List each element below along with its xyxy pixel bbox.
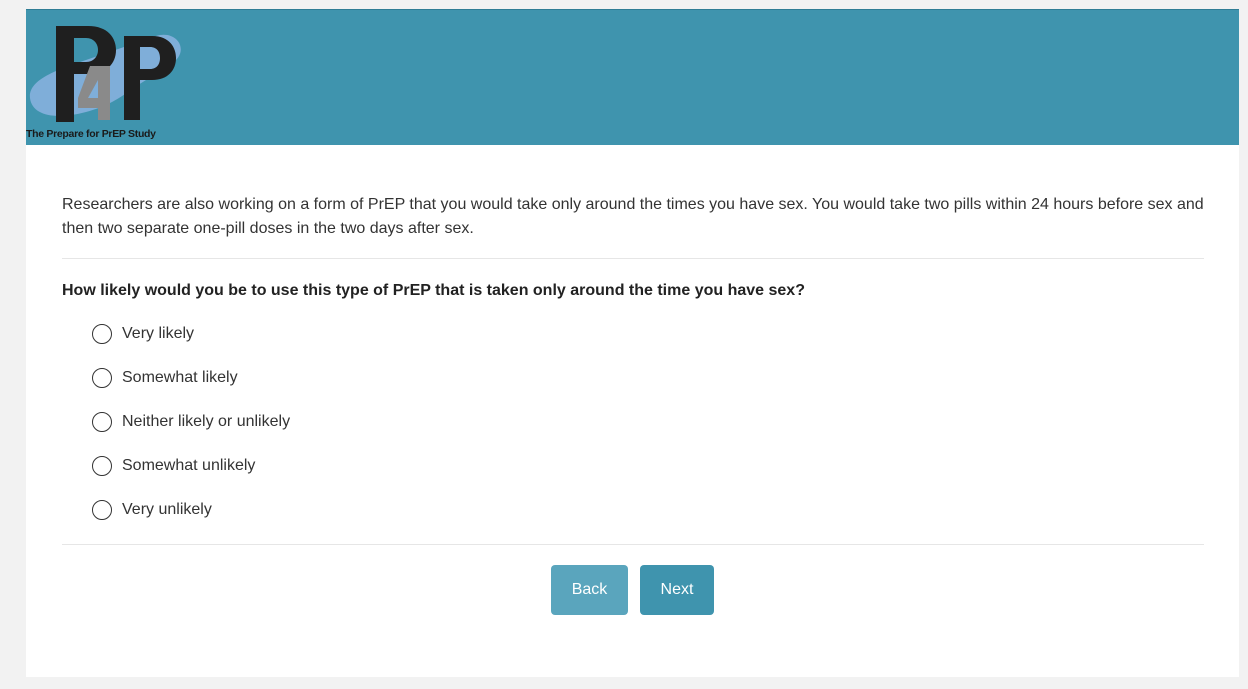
question-text: How likely would you be to use this type…	[62, 282, 805, 299]
option-somewhat-unlikely[interactable]: Somewhat unlikely	[92, 444, 1204, 488]
survey-card: The Prepare for PrEP Study Researchers a…	[26, 9, 1239, 677]
option-very-likely[interactable]: Very likely	[92, 312, 1204, 356]
radio-button[interactable]	[92, 324, 112, 344]
option-label: Neither likely or unlikely	[122, 413, 291, 430]
navigation-buttons: Back Next	[62, 545, 1204, 625]
intro-text: Researchers are also working on a form o…	[62, 196, 1204, 237]
option-label: Somewhat unlikely	[122, 457, 256, 474]
option-somewhat-likely[interactable]: Somewhat likely	[92, 356, 1204, 400]
answer-options: Very likely Somewhat likely Neither like…	[92, 312, 1204, 532]
option-very-unlikely[interactable]: Very unlikely	[92, 488, 1204, 532]
radio-button[interactable]	[92, 368, 112, 388]
page-top-strip	[0, 0, 1248, 9]
question-content: Researchers are also working on a form o…	[62, 145, 1204, 625]
study-banner: The Prepare for PrEP Study	[26, 9, 1239, 145]
option-label: Somewhat likely	[122, 369, 238, 386]
divider	[62, 258, 1204, 259]
p4p-logo: The Prepare for PrEP Study	[26, 20, 196, 146]
next-button[interactable]: Next	[640, 565, 714, 615]
option-label: Very likely	[122, 325, 195, 342]
option-label: Very unlikely	[122, 501, 212, 518]
radio-button[interactable]	[92, 412, 112, 432]
radio-button[interactable]	[92, 500, 112, 520]
option-neither[interactable]: Neither likely or unlikely	[92, 400, 1204, 444]
radio-button[interactable]	[92, 456, 112, 476]
back-button[interactable]: Back	[551, 565, 628, 615]
logo-caption: The Prepare for PrEP Study	[26, 128, 156, 140]
